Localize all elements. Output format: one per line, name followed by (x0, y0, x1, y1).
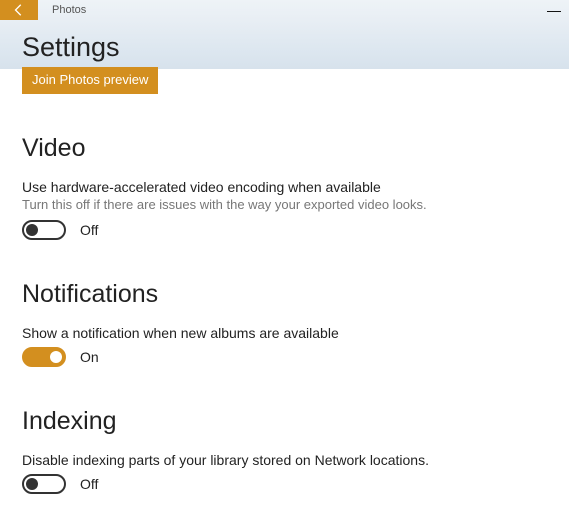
minimize-button[interactable]: — (547, 2, 561, 18)
app-title: Photos (52, 4, 86, 16)
indexing-toggle-label: Off (80, 476, 98, 492)
indexing-toggle[interactable] (22, 474, 66, 494)
section-heading-indexing: Indexing (22, 407, 547, 436)
indexing-toggle-row: Off (22, 474, 547, 494)
titlebar: Photos — (0, 0, 569, 20)
toggle-knob (26, 478, 38, 490)
arrow-left-icon (12, 3, 26, 17)
page-title: Settings (22, 32, 547, 63)
notifications-toggle-label: On (80, 349, 99, 365)
section-heading-video: Video (22, 134, 547, 163)
join-preview-button[interactable]: Join Photos preview (22, 67, 158, 94)
notifications-toggle-row: On (22, 347, 547, 367)
video-toggle[interactable] (22, 220, 66, 240)
video-toggle-row: Off (22, 220, 547, 240)
section-heading-notifications: Notifications (22, 280, 547, 309)
video-toggle-label: Off (80, 222, 98, 238)
video-setting-desc: Turn this off if there are issues with t… (22, 197, 547, 212)
back-button[interactable] (0, 0, 38, 20)
notifications-toggle[interactable] (22, 347, 66, 367)
content-area: Join Photos preview Video Use hardware-a… (0, 69, 569, 514)
video-setting-title: Use hardware-accelerated video encoding … (22, 179, 547, 195)
toggle-knob (26, 224, 38, 236)
toggle-knob (50, 351, 62, 363)
section-notifications: Notifications Show a notification when n… (22, 280, 547, 367)
indexing-setting-title: Disable indexing parts of your library s… (22, 452, 547, 468)
section-video: Video Use hardware-accelerated video enc… (22, 134, 547, 240)
header-band: Settings (0, 20, 569, 69)
section-indexing: Indexing Disable indexing parts of your … (22, 407, 547, 494)
notifications-setting-title: Show a notification when new albums are … (22, 325, 547, 341)
